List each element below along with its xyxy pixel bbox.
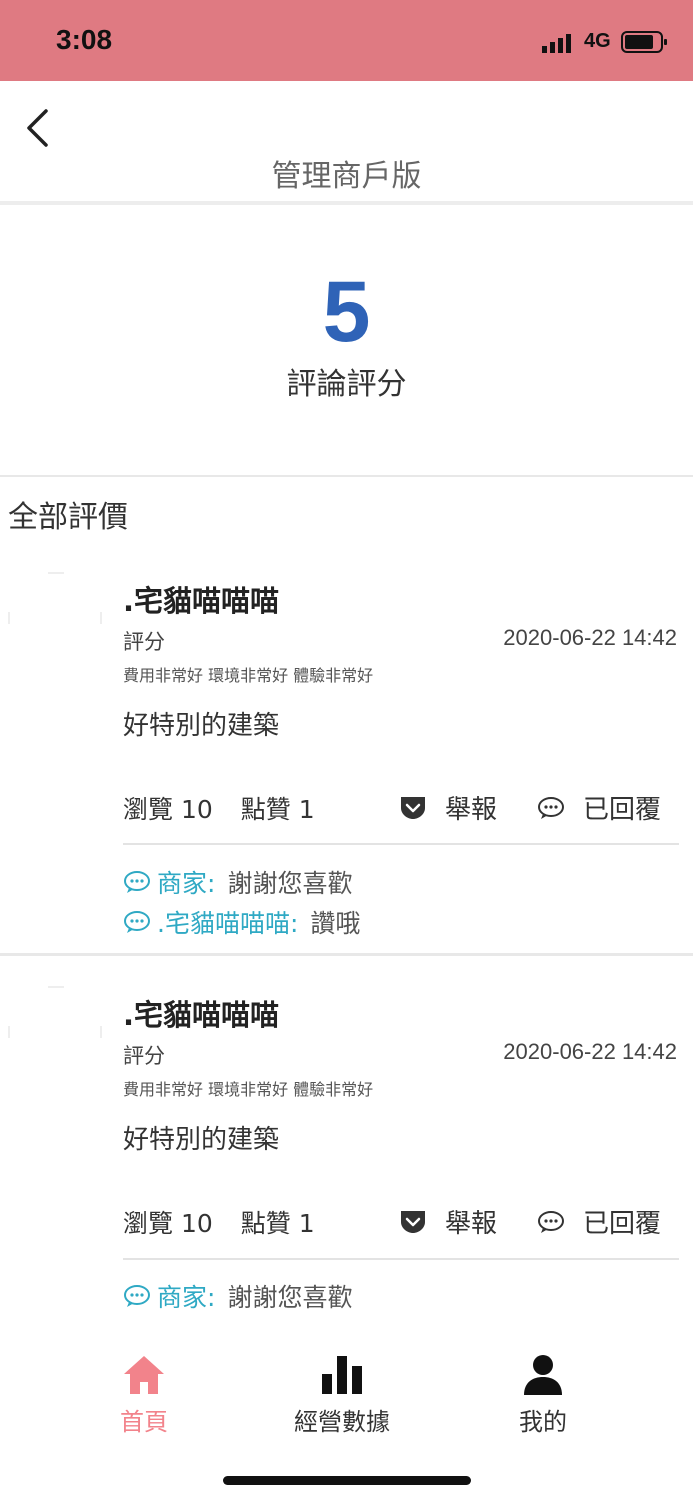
signal-icon: [542, 34, 571, 53]
reply-status-button[interactable]: 已回覆: [537, 789, 661, 826]
reply-item: 商家: 謝謝您喜歡: [123, 864, 352, 900]
tab-label: 首頁: [120, 1408, 168, 1436]
tab-label: 經營數據: [294, 1408, 390, 1436]
reply-message: 謝謝您喜歡: [227, 1283, 353, 1312]
review-tags: 費用非常好 環境非常好 體驗非常好: [123, 666, 374, 685]
avatar: [8, 982, 102, 1076]
shield-icon: [400, 796, 425, 819]
chevron-left-icon[interactable]: [22, 107, 56, 149]
home-icon: [124, 1356, 164, 1394]
review-actions: 舉報 已回覆: [399, 789, 661, 826]
tab-profile[interactable]: 我的: [453, 1354, 633, 1437]
reviewer-name: .宅貓喵喵喵: [123, 584, 280, 618]
reply-message: 讚哦: [310, 909, 361, 938]
score-label: 評論評分: [286, 367, 407, 402]
reply-status-label: 已回覆: [582, 795, 661, 825]
report-label: 舉報: [444, 795, 497, 825]
reply-status-label: 已回覆: [582, 1209, 661, 1239]
review-stats: 瀏覽 10 點贊 1: [123, 790, 343, 826]
comment-icon: [124, 1285, 150, 1307]
report-button[interactable]: 舉報: [399, 789, 497, 826]
comment-icon: [537, 1210, 564, 1233]
reply-author: 商家:: [157, 869, 216, 898]
bar-chart-icon: [322, 1356, 362, 1394]
likes-count: 點贊 1: [240, 795, 315, 824]
nav-bar: 管理商戶版: [0, 81, 693, 202]
report-button[interactable]: 舉報: [399, 1203, 497, 1240]
review-content: 好特別的建築: [123, 711, 280, 741]
divider: [123, 1258, 679, 1260]
reply-author: .宅貓喵喵喵:: [157, 909, 299, 938]
views-count: 瀏覽 10: [123, 795, 213, 824]
reply-item: .宅貓喵喵喵: 讚哦: [123, 904, 360, 940]
review-stats: 瀏覽 10 點贊 1: [123, 1204, 343, 1240]
battery-icon: [621, 31, 667, 53]
review-content: 好特別的建築: [123, 1125, 280, 1155]
review-date: 2020-06-22 14:42: [503, 1039, 677, 1064]
status-time: 3:08: [56, 24, 113, 55]
section-title: 全部評價: [8, 500, 128, 535]
tab-label: 我的: [519, 1408, 567, 1436]
reply-author: 商家:: [157, 1283, 216, 1312]
review-date: 2020-06-22 14:42: [503, 625, 677, 650]
comment-icon: [124, 871, 150, 893]
likes-count: 點贊 1: [240, 1209, 315, 1238]
tab-business-data[interactable]: 經營數據: [252, 1354, 432, 1437]
network-type: 4G: [584, 30, 611, 52]
views-count: 瀏覽 10: [123, 1209, 213, 1238]
reply-item: 商家: 謝謝您喜歡: [123, 1278, 352, 1314]
tab-home[interactable]: 首頁: [54, 1354, 234, 1437]
comment-icon: [537, 796, 564, 819]
divider: [0, 953, 693, 956]
page-title: 管理商戶版: [271, 159, 422, 194]
rating-label: 評分: [123, 630, 165, 654]
divider: [123, 843, 679, 845]
reviewer-name: .宅貓喵喵喵: [123, 998, 280, 1032]
avatar: [8, 568, 102, 662]
reply-message: 謝謝您喜歡: [227, 869, 353, 898]
status-bar: 3:08 4G: [0, 0, 693, 81]
rating-label: 評分: [123, 1044, 165, 1068]
shield-icon: [400, 1210, 425, 1233]
user-icon: [524, 1355, 562, 1395]
reply-status-button[interactable]: 已回覆: [537, 1203, 661, 1240]
score-value: 5: [322, 264, 371, 360]
home-indicator: [223, 1476, 471, 1485]
report-label: 舉報: [444, 1209, 497, 1239]
divider: [0, 475, 693, 477]
score-section: 5 評論評分: [0, 205, 693, 475]
review-tags: 費用非常好 環境非常好 體驗非常好: [123, 1080, 374, 1099]
comment-icon: [124, 911, 150, 933]
review-actions: 舉報 已回覆: [399, 1203, 661, 1240]
